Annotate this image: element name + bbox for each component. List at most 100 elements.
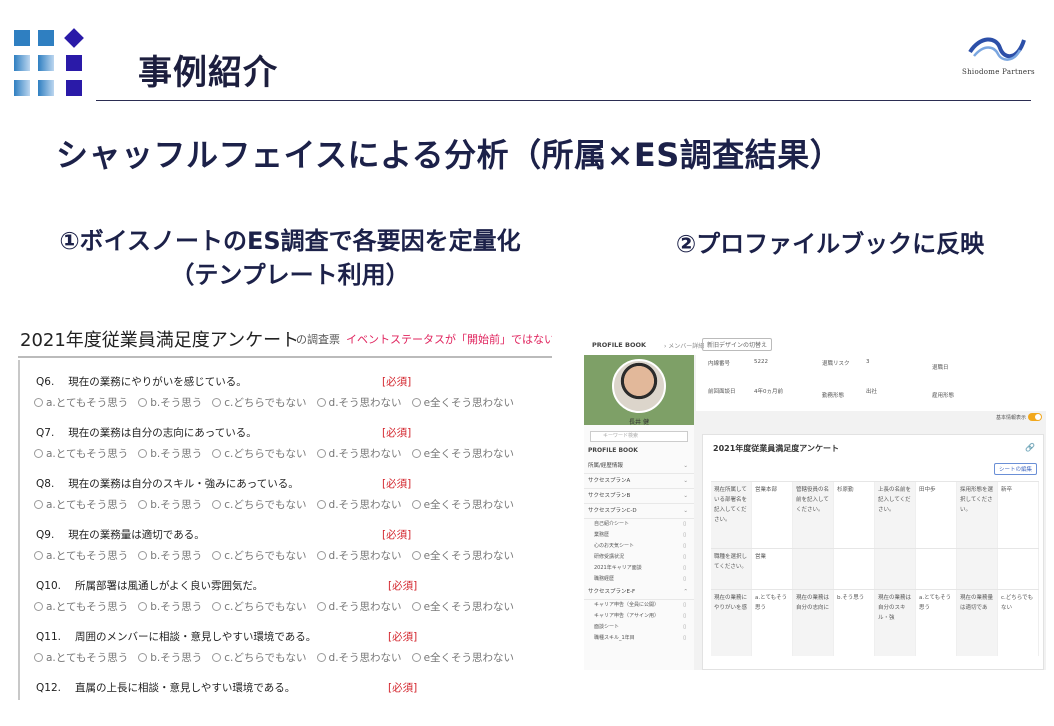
answer-option[interactable]: c.どちらでもない xyxy=(212,650,307,665)
info-label: 前回面談日 xyxy=(708,389,736,395)
grid-cell: 田中歩 xyxy=(916,482,957,548)
radio-button[interactable] xyxy=(411,551,421,560)
radio-button[interactable] xyxy=(316,449,326,458)
radio-button[interactable] xyxy=(316,398,326,407)
chevron-down-icon: ⌄ xyxy=(683,463,688,469)
answer-option[interactable]: a.とてもそう思う xyxy=(34,650,128,665)
sidebar-submenu-item[interactable]: 職種スキル_1年目 ▯ xyxy=(584,633,694,644)
radio-button[interactable] xyxy=(138,449,148,458)
radio-button[interactable] xyxy=(316,602,326,611)
edit-sheet-button[interactable]: シートの編集 xyxy=(993,463,1037,475)
link-icon[interactable]: 🔗 xyxy=(1025,443,1035,452)
answer-option-label: d.そう思わない xyxy=(328,550,402,562)
sidebar-menu-item[interactable]: サクセスプランE-F ⌃ xyxy=(584,585,694,600)
answer-option[interactable]: a.とてもそう思う xyxy=(34,395,128,410)
answer-option-label: c.どちらでもない xyxy=(224,499,307,511)
sidebar-submenu-item[interactable]: 2021年キャリア面談 ▯ xyxy=(584,563,694,574)
design-switch-button[interactable]: 新旧デザインの切替え xyxy=(702,338,773,351)
answer-option[interactable]: a.とてもそう思う xyxy=(34,497,128,512)
sidebar-submenu-item[interactable]: 面談シート ▯ xyxy=(584,622,694,633)
answer-option[interactable]: d.そう思わない xyxy=(316,497,402,512)
grid-cell: 管轄役員の名前を記入してください。 xyxy=(793,482,834,548)
answer-option[interactable]: d.そう思わない xyxy=(316,599,402,614)
answer-option[interactable]: b.そう思う xyxy=(138,446,202,461)
grid-cell: a.とてもそう思う xyxy=(916,590,957,656)
answer-option[interactable]: a.とてもそう思う xyxy=(34,446,128,461)
question-item: Q9. 現在の業務量は適切である。 [必須] a.とてもそう思う b.そう思う c.どちら… xyxy=(32,527,552,578)
radio-button[interactable] xyxy=(138,500,148,509)
answer-option[interactable]: d.そう思わない xyxy=(316,395,402,410)
radio-button[interactable] xyxy=(316,653,326,662)
radio-button[interactable] xyxy=(34,551,43,560)
sidebar-submenu-item[interactable]: 職務経歴 ▯ xyxy=(584,574,694,585)
answer-option[interactable]: e全くそう思わない xyxy=(411,446,514,461)
radio-button[interactable] xyxy=(212,653,222,662)
keyword-search-input[interactable]: キーワード検索 xyxy=(590,431,688,442)
answer-option[interactable]: b.そう思う xyxy=(138,650,202,665)
submenu-item-label: 研修受講状況 xyxy=(594,554,625,560)
answer-option-label: c.どちらでもない xyxy=(224,652,307,664)
answer-option[interactable]: c.どちらでもない xyxy=(212,497,307,512)
radio-button[interactable] xyxy=(212,500,222,509)
radio-button[interactable] xyxy=(212,551,222,560)
sidebar-menu-item[interactable]: サクセスプランB ⌄ xyxy=(584,489,694,504)
answer-option[interactable]: a.とてもそう思う xyxy=(34,599,128,614)
radio-button[interactable] xyxy=(34,500,43,509)
answer-option[interactable]: d.そう思わない xyxy=(316,446,402,461)
basic-info-toggle[interactable] xyxy=(1028,413,1042,421)
radio-button[interactable] xyxy=(411,449,421,458)
chevron-up-icon: ⌃ xyxy=(683,589,688,595)
radio-button[interactable] xyxy=(138,398,148,407)
sidebar-submenu-item[interactable]: 心のお天気シート ▯ xyxy=(584,541,694,552)
sidebar-menu-item[interactable]: サクセスプランA ⌄ xyxy=(584,474,694,489)
question-item: Q6. 現在の業務にやりがいを感じている。 [必須] a.とてもそう思う b.そう思う c… xyxy=(32,374,552,425)
answer-option[interactable]: b.そう思う xyxy=(138,548,202,563)
answer-option[interactable]: c.どちらでもない xyxy=(212,599,307,614)
menu-item-label: サクセスプランA xyxy=(588,478,631,484)
sidebar-submenu-item[interactable]: キャリア申告（全員に公開） ▯ xyxy=(584,600,694,611)
grid-cell: 現在の業務にやりがいを感 xyxy=(711,590,752,656)
radio-button[interactable] xyxy=(138,653,148,662)
radio-button[interactable] xyxy=(411,602,421,611)
question-text: Q7. 現在の業務は自分の志向にあっている。 xyxy=(36,425,257,440)
sidebar-menu-item[interactable]: 所属/経歴情報 ⌄ xyxy=(584,459,694,474)
radio-button[interactable] xyxy=(316,551,326,560)
sidebar-submenu-item[interactable]: キャリア申告（アサイン用） ▯ xyxy=(584,611,694,622)
grid-cell: 営業本部 xyxy=(752,482,793,548)
answer-option[interactable]: e全くそう思わない xyxy=(411,395,514,410)
sidebar-submenu-item[interactable]: 業務歴 ▯ xyxy=(584,530,694,541)
answer-option[interactable]: a.とてもそう思う xyxy=(34,548,128,563)
answer-option[interactable]: e全くそう思わない xyxy=(411,497,514,512)
answer-option[interactable]: e全くそう思わない xyxy=(411,650,514,665)
answer-option-label: a.とてもそう思う xyxy=(46,448,129,460)
radio-button[interactable] xyxy=(34,449,43,458)
sidebar-submenu-item[interactable]: 自己紹介シート ▯ xyxy=(584,519,694,530)
answer-option[interactable]: c.どちらでもない xyxy=(212,446,307,461)
radio-button[interactable] xyxy=(411,653,421,662)
sidebar-menu-item[interactable]: サクセスプランC-D ⌄ xyxy=(584,504,694,519)
grid-row: 職種を選択してください。 営業 xyxy=(711,548,1039,589)
grid-cell: a.とてもそう思う xyxy=(752,590,793,656)
radio-button[interactable] xyxy=(138,602,148,611)
radio-button[interactable] xyxy=(411,398,421,407)
answer-option[interactable]: c.どちらでもない xyxy=(212,395,307,410)
radio-button[interactable] xyxy=(34,602,43,611)
answer-option[interactable]: b.そう思う xyxy=(138,599,202,614)
radio-button[interactable] xyxy=(212,449,222,458)
answer-option[interactable]: e全くそう思わない xyxy=(411,599,514,614)
radio-button[interactable] xyxy=(411,500,421,509)
radio-button[interactable] xyxy=(212,602,222,611)
answer-option[interactable]: c.どちらでもない xyxy=(212,548,307,563)
radio-button[interactable] xyxy=(212,398,222,407)
sidebar-submenu-item[interactable]: 研修受講状況 ▯ xyxy=(584,552,694,563)
submenu-item-label: 2021年キャリア面談 xyxy=(594,565,642,571)
answer-option[interactable]: e全くそう思わない xyxy=(411,548,514,563)
radio-button[interactable] xyxy=(34,653,43,662)
radio-button[interactable] xyxy=(138,551,148,560)
answer-option[interactable]: b.そう思う xyxy=(138,395,202,410)
answer-option[interactable]: b.そう思う xyxy=(138,497,202,512)
radio-button[interactable] xyxy=(34,398,43,407)
radio-button[interactable] xyxy=(316,500,326,509)
answer-option[interactable]: d.そう思わない xyxy=(316,548,402,563)
answer-option[interactable]: d.そう思わない xyxy=(316,650,402,665)
